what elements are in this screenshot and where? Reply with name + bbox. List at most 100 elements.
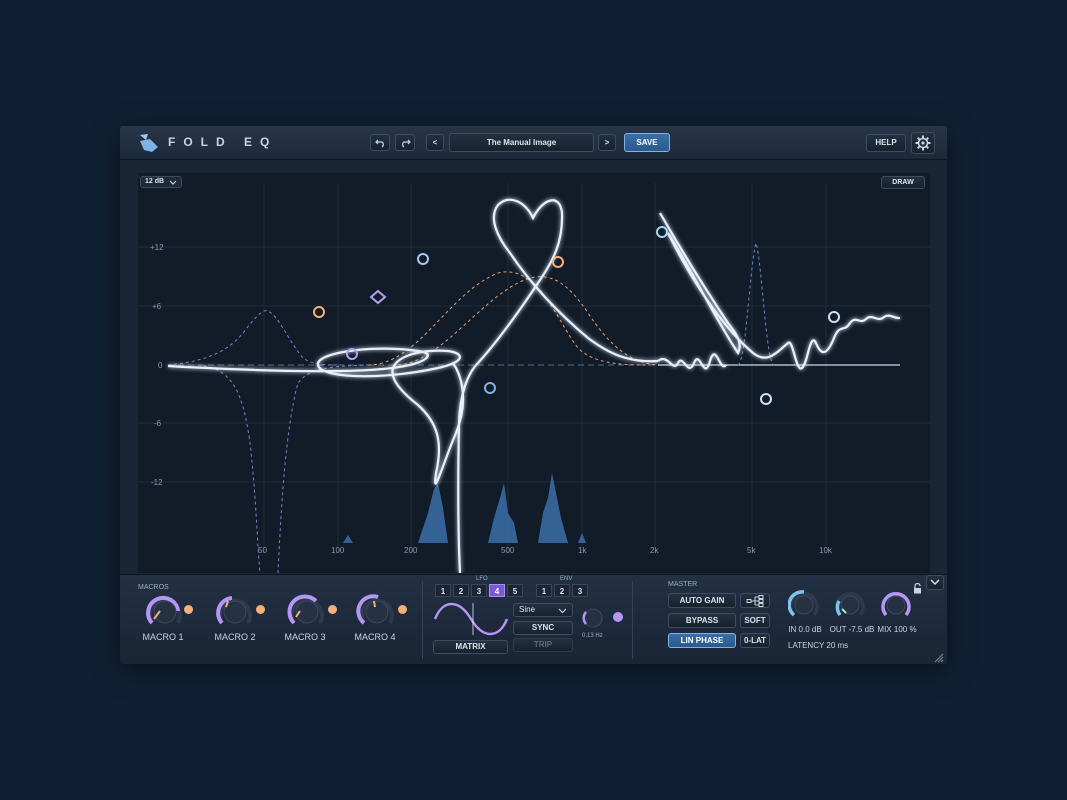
env-tab-3[interactable]: 3 (572, 584, 588, 597)
lfo-rate-knob[interactable] (582, 607, 604, 629)
macros-section-label: MACROS (138, 584, 169, 591)
freq-label-2k: 2k (650, 546, 659, 555)
mix-knob[interactable] (880, 589, 912, 621)
freq-label-5k: 5k (747, 546, 756, 555)
band-node-orange-1[interactable] (313, 306, 325, 318)
resize-handle-icon[interactable] (934, 653, 944, 663)
divider-macros-mod (422, 581, 423, 659)
main-eq-curve[interactable] (167, 198, 901, 573)
freq-label-200: 200 (404, 546, 418, 555)
bypass-button[interactable]: BYPASS (668, 613, 736, 628)
save-button[interactable]: SAVE (624, 133, 670, 152)
macro-3-dial (287, 594, 324, 625)
draw-button[interactable]: DRAW (881, 176, 925, 189)
waveform-value: Sine (519, 605, 536, 614)
lock-icon[interactable] (913, 583, 922, 594)
grid-lines (138, 183, 930, 553)
soft-button[interactable]: SOFT (740, 613, 770, 628)
db-label-minus12: -12 (151, 478, 163, 487)
zero-latency-button[interactable]: 0-LAT (740, 633, 770, 648)
lfo-label: LFO (476, 576, 488, 582)
freq-label-50: 50 (258, 546, 267, 555)
routing-button[interactable] (740, 593, 770, 608)
lfo-tab-2[interactable]: 2 (453, 584, 469, 597)
macro-3-label: MACRO 3 (284, 632, 326, 642)
sync-button[interactable]: SYNC (513, 621, 573, 635)
app-title: FOLD EQ (168, 135, 278, 149)
macro-2-mod-dot[interactable] (256, 605, 265, 614)
band-node-blue-1[interactable] (417, 253, 429, 265)
macro-3-mod-dot[interactable] (328, 605, 337, 614)
db-label-plus12: +12 (150, 243, 164, 252)
input-gain-knob[interactable] (787, 589, 820, 621)
lfo-rate-mod-dot[interactable] (613, 612, 623, 622)
freq-label-100: 100 (331, 546, 345, 555)
lfo-tab-4[interactable]: 4 (489, 584, 505, 597)
macro-2-dial (216, 596, 252, 625)
matrix-button[interactable]: MATRIX (433, 640, 508, 654)
macro-knob-2[interactable] (214, 593, 265, 629)
freq-label-500: 500 (501, 546, 515, 555)
gear-icon (915, 135, 931, 151)
latency-label: LATENCY 20 ms (788, 641, 849, 650)
lfo-tab-3[interactable]: 3 (471, 584, 487, 597)
eq-graph[interactable] (138, 173, 930, 573)
freq-label-10k: 10k (819, 546, 832, 555)
macro-knob-4[interactable] (356, 593, 407, 629)
db-label-plus6: +6 (152, 302, 162, 311)
trip-button[interactable]: TRIP (513, 638, 573, 652)
output-gain-knob[interactable] (834, 589, 866, 621)
macro-4-dial (356, 594, 394, 625)
collapse-button[interactable] (926, 575, 944, 590)
range-value: 12 dB (145, 178, 165, 185)
band-node-orange-2[interactable] (552, 256, 564, 268)
lfo-waveform-display[interactable] (433, 601, 509, 637)
top-bar: FOLD EQ < The Manual Image > SAVE HELP (120, 126, 947, 160)
undo-icon (374, 139, 384, 147)
divider-mod-master (632, 581, 633, 659)
env-label: ENV (560, 576, 573, 582)
settings-button[interactable] (911, 132, 935, 154)
waveform-select[interactable]: Sine (513, 603, 573, 617)
db-label-minus6: -6 (154, 419, 162, 428)
chevron-down-icon (558, 608, 567, 614)
macro-knob-1[interactable] (144, 593, 193, 629)
band-node-cyan-2[interactable] (760, 393, 772, 405)
preset-name-display[interactable]: The Manual Image (449, 133, 594, 152)
band-node-cyan-1[interactable] (656, 226, 668, 238)
routing-icon (746, 594, 764, 607)
macro-knob-3[interactable] (286, 593, 337, 629)
next-preset-button[interactable]: > (598, 134, 616, 151)
spectrum-analyzer (343, 473, 586, 543)
lfo-tab-1[interactable]: 1 (435, 584, 451, 597)
redo-button[interactable] (395, 134, 415, 151)
help-button[interactable]: HELP (866, 134, 906, 152)
env-tab-1[interactable]: 1 (536, 584, 552, 597)
macro-2-label: MACRO 2 (214, 632, 256, 642)
band-node-cyan-3[interactable] (828, 311, 840, 323)
band-node-diamond[interactable] (369, 289, 387, 305)
lin-phase-button[interactable]: LIN PHASE (668, 633, 736, 648)
lfo-rate-dial (582, 608, 603, 628)
bottom-panel: MACROS MACRO 1 MACRO 2 MACRO 3 MACRO 4 L… (120, 574, 947, 664)
lfo-rate-value: 0.13 Hz (582, 633, 603, 639)
undo-button[interactable] (370, 134, 390, 151)
env-tab-2[interactable]: 2 (554, 584, 570, 597)
range-select[interactable]: 12 dB (140, 176, 182, 188)
master-section-label: MASTER (668, 581, 698, 588)
lfo-tab-5[interactable]: 5 (507, 584, 523, 597)
macro-4-mod-dot[interactable] (398, 605, 407, 614)
mix-label: MIX 100 % (877, 625, 917, 634)
eq-editor[interactable]: 12 dB DRAW +12 +6 0 -6 -12 50 100 200 50… (138, 173, 930, 573)
chevron-down-icon (169, 180, 177, 185)
auto-gain-button[interactable]: AUTO GAIN (668, 593, 736, 608)
band-curve-purple (167, 310, 339, 366)
macro-1-label: MACRO 1 (142, 632, 184, 642)
prev-preset-button[interactable]: < (426, 134, 444, 151)
macro-1-dial (146, 595, 182, 625)
output-gain-dial (835, 591, 865, 617)
band-node-blue-2[interactable] (484, 382, 496, 394)
mix-dial (881, 591, 911, 617)
macro-1-mod-dot[interactable] (184, 605, 193, 614)
input-gain-label: IN 0.0 dB (788, 625, 822, 634)
